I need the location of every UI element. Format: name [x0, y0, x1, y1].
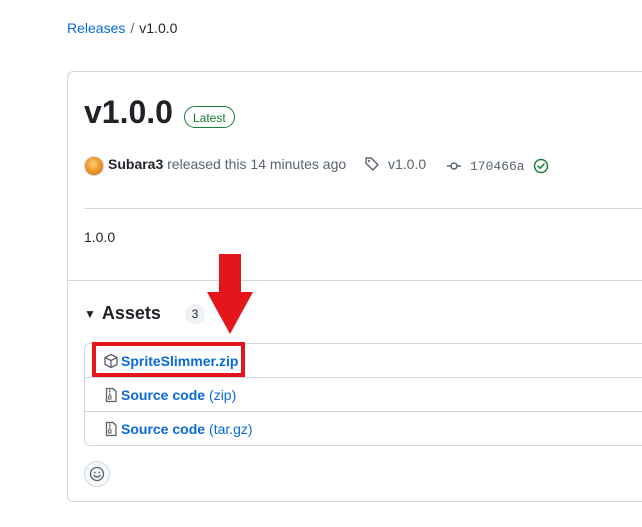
asset-row-source-targz[interactable]: Source code (tar.gz)	[85, 411, 642, 445]
commit-sha: 170466a	[470, 158, 525, 174]
verified-check-icon[interactable]	[533, 158, 549, 174]
assets-label: Assets	[101, 303, 161, 323]
release-meta: Subara3 released this 14 minutes ago	[108, 156, 346, 172]
breadcrumb-current: v1.0.0	[139, 20, 178, 36]
divider	[68, 280, 642, 281]
assets-count: 3	[184, 303, 205, 324]
add-reaction-button[interactable]	[84, 461, 110, 487]
asset-link[interactable]: Source code	[121, 421, 205, 437]
asset-row-source-zip[interactable]: Source code (zip)	[85, 377, 642, 411]
asset-link[interactable]: Source code	[121, 387, 205, 403]
release-notes: 1.0.0	[84, 229, 116, 245]
author-link[interactable]: Subara3	[108, 156, 163, 172]
asset-suffix: (tar.gz)	[209, 420, 253, 437]
file-zip-icon	[105, 421, 117, 436]
tag-label: v1.0.0	[388, 156, 427, 172]
breadcrumb-separator: /	[130, 20, 135, 36]
asset-suffix: (zip)	[209, 386, 237, 403]
release-card: v1.0.0 Latest Subara3 released this 14 m…	[67, 71, 642, 502]
commit-link[interactable]: 170466a	[446, 158, 549, 174]
file-zip-icon	[105, 387, 117, 402]
highlight-box	[92, 342, 245, 377]
released-text: released this 14 minutes ago	[167, 156, 347, 172]
commit-icon	[447, 162, 461, 170]
breadcrumb-releases-link[interactable]: Releases	[67, 20, 125, 36]
release-title: v1.0.0	[84, 94, 173, 130]
assets-toggle[interactable]: ▼ Assets 3	[84, 303, 205, 324]
smiley-icon	[89, 466, 105, 482]
latest-badge: Latest	[184, 106, 235, 128]
tag-link[interactable]: v1.0.0	[364, 156, 426, 172]
down-arrow-icon	[207, 254, 253, 334]
avatar[interactable]	[84, 156, 104, 176]
tag-icon	[365, 157, 379, 171]
divider	[84, 208, 642, 209]
breadcrumb: Releases / v1.0.0	[67, 20, 177, 36]
caret-down-icon: ▼	[84, 306, 96, 321]
